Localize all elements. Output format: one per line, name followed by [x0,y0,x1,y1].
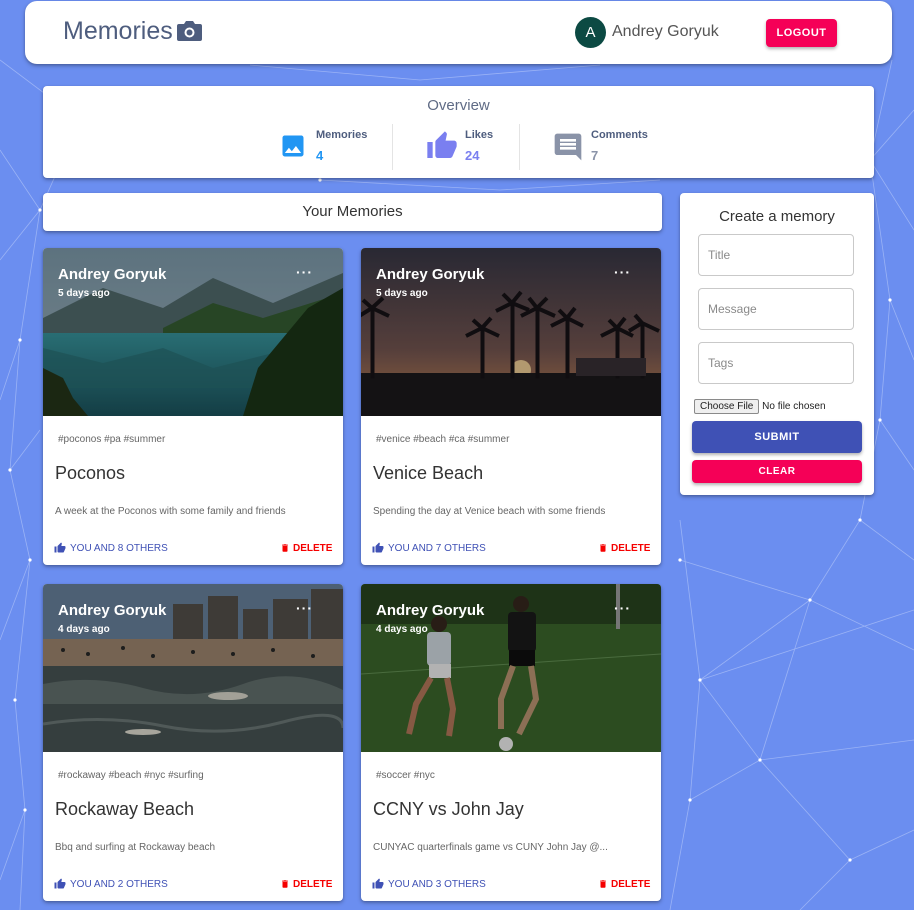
like-label: YOU AND 2 OTHERS [70,878,168,890]
more-options-icon[interactable]: ··· [614,264,631,280]
create-memory-form: Create a memory Choose File No file chos… [680,193,874,495]
memory-card: Andrey Goryuk 5 days ago ··· #poconos #p… [43,248,343,565]
stat-value: 4 [316,148,324,163]
like-button[interactable]: YOU AND 7 OTHERS [372,542,486,554]
card-tags: #poconos #pa #summer [58,434,166,445]
card-message: Spending the day at Venice beach with so… [373,506,606,517]
tags-input[interactable] [698,342,854,384]
card-image: Andrey Goryuk 5 days ago ··· [43,248,343,416]
like-button[interactable]: YOU AND 8 OTHERS [54,542,168,554]
trash-icon [282,880,288,888]
thumb-up-icon [425,130,459,167]
delete-label: DELETE [611,542,651,554]
app-bar: Memories A Andrey Goryuk LOGOUT [25,1,892,64]
card-message: A week at the Poconos with some family a… [55,506,286,517]
delete-button[interactable]: DELETE [280,542,332,554]
card-author: Andrey Goryuk [58,266,167,283]
camera-icon [176,20,203,47]
more-options-icon[interactable]: ··· [296,264,313,280]
stat-memories: Memories 4 [279,126,379,170]
stat-likes: Likes 24 [425,126,525,170]
thumb-up-icon [54,878,66,889]
card-title: CCNY vs John Jay [373,799,524,819]
divider [519,124,520,170]
card-tags: #venice #beach #ca #summer [376,434,510,445]
delete-button[interactable]: DELETE [280,878,332,890]
card-message: Bbq and surfing at Rockaway beach [55,842,216,853]
clear-button[interactable]: CLEAR [692,460,862,483]
more-options-icon[interactable]: ··· [296,600,313,616]
card-image: Andrey Goryuk 4 days ago ··· [361,584,661,752]
card-title: Rockaway Beach [55,799,195,819]
card-tags: #rockaway #beach #nyc #surfing [58,770,204,781]
like-button[interactable]: YOU AND 3 OTHERS [372,878,486,890]
card-time: 5 days ago [376,288,428,299]
file-status: No file chosen [762,401,826,412]
image-icon [279,132,307,165]
card-author: Andrey Goryuk [58,602,167,619]
memory-card: Andrey Goryuk 4 days ago ··· #rockaway #… [43,584,343,901]
trash-icon [600,880,606,888]
choose-file-button[interactable]: Choose File [694,399,760,414]
file-picker: Choose File No file chosen [694,399,826,414]
trash-icon [282,544,288,552]
card-author: Andrey Goryuk [376,266,485,283]
stat-value: 7 [591,148,599,163]
stat-comments: Comments 7 [552,126,662,170]
card-title: Poconos [55,463,126,483]
comment-icon [552,131,584,168]
stat-label: Memories [316,129,368,141]
card-image: Andrey Goryuk 4 days ago ··· [43,584,343,752]
card-time: 4 days ago [376,624,428,635]
message-input[interactable] [698,288,854,330]
thumb-up-icon [54,542,66,553]
card-title: Venice Beach [373,463,484,483]
delete-label: DELETE [293,878,333,890]
card-time: 4 days ago [58,624,110,635]
divider [392,124,393,170]
user-name: Andrey Goryuk [612,23,719,40]
form-title: Create a memory [719,208,835,225]
overview-panel: Overview Memories 4 Likes 24 Comments 7 [43,86,874,178]
more-options-icon[interactable]: ··· [614,600,631,616]
avatar[interactable]: A [575,17,606,48]
like-label: YOU AND 3 OTHERS [388,878,486,890]
card-time: 5 days ago [58,288,110,299]
memory-card: Andrey Goryuk 5 days ago ··· #venice #be… [361,248,661,565]
overview-title: Overview [427,97,490,114]
stat-label: Comments [591,129,648,141]
logout-button[interactable]: LOGOUT [766,19,837,47]
card-author: Andrey Goryuk [376,602,485,619]
card-image: Andrey Goryuk 5 days ago ··· [361,248,661,416]
card-tags: #soccer #nyc [376,770,435,781]
thumb-up-icon [372,878,384,889]
trash-icon [600,544,606,552]
like-button[interactable]: YOU AND 2 OTHERS [54,878,168,890]
title-input[interactable] [698,234,854,276]
thumb-up-icon [372,542,384,553]
delete-button[interactable]: DELETE [598,542,650,554]
card-message: CUNYAC quarterfinals game vs CUNY John J… [373,842,608,853]
delete-label: DELETE [611,878,651,890]
stat-label: Likes [465,129,494,141]
like-label: YOU AND 7 OTHERS [388,542,486,554]
like-label: YOU AND 8 OTHERS [70,542,168,554]
memory-card: Andrey Goryuk 4 days ago ··· #soccer #ny… [361,584,661,901]
delete-button[interactable]: DELETE [598,878,650,890]
submit-button[interactable]: SUBMIT [692,421,862,453]
your-memories-heading: Your Memories [43,193,662,231]
delete-label: DELETE [293,542,333,554]
stat-value: 24 [465,148,480,163]
app-title: Memories [63,17,173,45]
